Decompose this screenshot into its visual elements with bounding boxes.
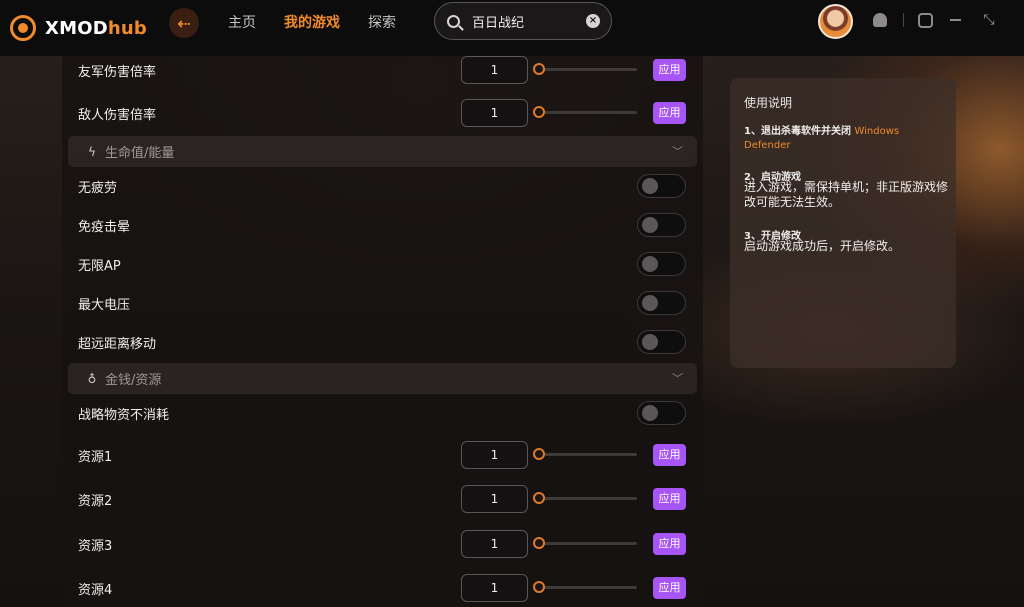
mod-row-infinite-ap: 无限AP — [78, 252, 686, 276]
clear-search-button[interactable]: × — [586, 14, 600, 28]
apply-button[interactable]: 应用 — [653, 59, 686, 81]
slider-track[interactable] — [537, 68, 637, 71]
mod-row-resource4: 资源4 1 应用 — [78, 574, 686, 602]
slider-thumb[interactable] — [533, 581, 545, 593]
app-name: XMODhub — [45, 18, 147, 39]
toggle-switch[interactable] — [637, 291, 686, 315]
app-name-part1: XMOD — [45, 17, 108, 39]
mod-row-resource2: 资源2 1 应用 — [78, 485, 686, 513]
apply-button[interactable]: 应用 — [653, 577, 686, 599]
value-input[interactable]: 1 — [461, 441, 528, 469]
money-bag-icon: ♁ — [87, 371, 97, 386]
nav-my-games[interactable]: 我的游戏 — [284, 12, 340, 32]
slider-track[interactable] — [537, 497, 637, 500]
value-input[interactable]: 1 — [461, 530, 528, 558]
slider-track[interactable] — [537, 586, 637, 589]
section-label: 生命值/能量 — [105, 146, 175, 161]
apply-button[interactable]: 应用 — [653, 444, 686, 466]
minimize-icon[interactable] — [950, 19, 961, 21]
arrow-left-icon: ⇠ — [177, 13, 191, 33]
apply-button[interactable]: 应用 — [653, 488, 686, 510]
bell-icon[interactable] — [873, 13, 887, 27]
apply-button[interactable]: 应用 — [653, 102, 686, 124]
mod-label: 资源2 — [78, 493, 113, 509]
search-box[interactable]: 百日战纪 × — [434, 2, 612, 40]
mod-label: 最大电压 — [78, 297, 131, 313]
toggle-knob — [642, 256, 658, 272]
value-input[interactable]: 1 — [461, 574, 528, 602]
slider-thumb[interactable] — [533, 63, 545, 75]
toggle-knob — [642, 334, 658, 350]
settings-icon[interactable] — [918, 12, 933, 28]
main-nav: 主页 我的游戏 探索 — [228, 0, 424, 44]
lightning-icon: ϟ — [88, 144, 96, 159]
nav-home[interactable]: 主页 — [228, 12, 256, 32]
instructions-title: 使用说明 — [744, 96, 793, 110]
app-name-part2: hub — [107, 17, 147, 39]
toggle-knob — [642, 178, 658, 194]
slider-track[interactable] — [537, 453, 637, 456]
slider-track[interactable] — [537, 542, 637, 545]
mod-row-max-voltage: 最大电压 — [78, 291, 686, 315]
mod-row-resource3: 资源3 1 应用 — [78, 530, 686, 558]
logo-icon — [10, 15, 36, 41]
toggle-switch[interactable] — [637, 252, 686, 276]
toggle-switch[interactable] — [637, 330, 686, 354]
value-input[interactable]: 1 — [461, 485, 528, 513]
mod-label: 资源1 — [78, 449, 113, 465]
mod-row-resource1: 资源1 1 应用 — [78, 441, 686, 469]
step1-title: 1、退出杀毒软件并关闭 — [744, 126, 851, 137]
section-header-life[interactable]: ϟ 生命值/能量 ﹀ — [68, 136, 697, 167]
nav-explore[interactable]: 探索 — [368, 12, 396, 32]
mod-label: 友军伤害倍率 — [78, 64, 157, 80]
chevron-down-icon: ﹀ — [672, 372, 683, 385]
search-input[interactable]: 百日战纪 — [472, 12, 586, 31]
divider — [903, 13, 904, 27]
mod-label: 超远距离移动 — [78, 336, 157, 352]
step1: 1、退出杀毒软件并关闭 Windows Defender — [744, 125, 948, 153]
step2-text: 进入游戏，需保持单机；非正版游戏修改可能无法生效。 — [744, 180, 949, 209]
mod-row-ally-damage: 友军伤害倍率 1 应用 — [78, 56, 686, 84]
mod-row-no-supply-cost: 战略物资不消耗 — [78, 401, 686, 425]
fullscreen-icon[interactable]: ⤡ — [981, 12, 997, 28]
toggle-knob — [642, 295, 658, 311]
avatar[interactable] — [818, 4, 853, 39]
mod-label: 无疲劳 — [78, 180, 118, 196]
apply-button[interactable]: 应用 — [653, 533, 686, 555]
slider-thumb[interactable] — [533, 448, 545, 460]
slider-thumb[interactable] — [533, 106, 545, 118]
slider-thumb[interactable] — [533, 537, 545, 549]
toggle-knob — [642, 405, 658, 421]
mod-label: 资源3 — [78, 538, 113, 554]
mod-row-long-move: 超远距离移动 — [78, 330, 686, 354]
mod-row-enemy-damage: 敌人伤害倍率 1 应用 — [78, 99, 686, 127]
chevron-down-icon: ﹀ — [672, 145, 683, 158]
toggle-switch[interactable] — [637, 174, 686, 198]
value-input[interactable]: 1 — [461, 56, 528, 84]
step3-text: 启动游戏成功后，开启修改。 — [744, 239, 901, 253]
instructions-card: 使用说明 1、退出杀毒软件并关闭 Windows Defender 2、启动游戏… — [730, 78, 956, 368]
slider-track[interactable] — [537, 111, 637, 114]
mod-row-no-fatigue: 无疲劳 — [78, 174, 686, 198]
mod-label: 无限AP — [78, 258, 121, 274]
top-bar: XMODhub ⇠ 主页 我的游戏 探索 百日战纪 × ⤡ — [0, 0, 1024, 56]
mod-label: 战略物资不消耗 — [78, 407, 170, 423]
window-controls: ⤡ — [873, 12, 1013, 28]
slider-thumb[interactable] — [533, 492, 545, 504]
toggle-switch[interactable] — [637, 401, 686, 425]
mod-label: 免疫击晕 — [78, 219, 131, 235]
section-header-money[interactable]: ♁ 金钱/资源 ﹀ — [68, 363, 697, 394]
mod-label: 敌人伤害倍率 — [78, 107, 157, 123]
mod-label: 资源4 — [78, 582, 113, 598]
toggle-switch[interactable] — [637, 213, 686, 237]
back-button[interactable]: ⇠ — [169, 8, 199, 38]
value-input[interactable]: 1 — [461, 99, 528, 127]
search-icon — [447, 14, 460, 28]
toggle-knob — [642, 217, 658, 233]
app-logo: XMODhub — [10, 15, 147, 41]
mod-row-stun-immunity: 免疫击晕 — [78, 213, 686, 237]
section-label: 金钱/资源 — [105, 373, 162, 388]
